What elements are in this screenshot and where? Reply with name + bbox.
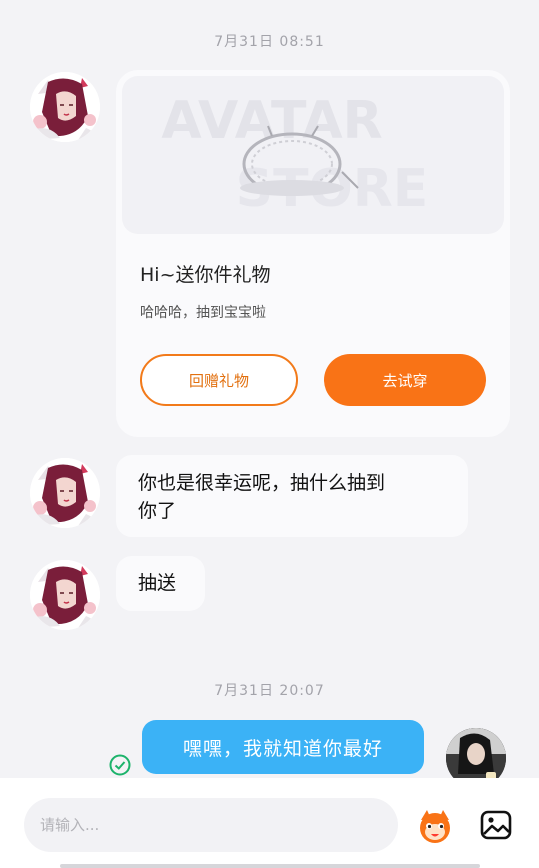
- contact-avatar[interactable]: [30, 458, 100, 528]
- input-bar: [0, 778, 539, 868]
- message-text: 你了: [138, 500, 177, 522]
- gift-title: Hi~送你件礼物: [140, 264, 271, 286]
- contact-avatar[interactable]: [30, 560, 100, 630]
- incoming-message-bubble[interactable]: 你也是很幸运呢，抽什么抽到 你了: [116, 455, 468, 537]
- message-text: 你也是很幸运呢，抽什么抽到: [138, 472, 386, 494]
- incoming-message-bubble[interactable]: 抽送: [116, 556, 205, 611]
- avatar-store-logo: AVATAR STORE: [161, 91, 428, 219]
- try-on-button[interactable]: 去试穿: [324, 354, 486, 406]
- message-input[interactable]: [24, 798, 398, 852]
- emoji-sticker-icon[interactable]: [415, 806, 455, 846]
- svg-text:AVATAR: AVATAR: [161, 91, 382, 151]
- return-gift-button[interactable]: 回赠礼物: [140, 354, 298, 406]
- contact-avatar[interactable]: [30, 72, 100, 142]
- check-circle-icon: [109, 754, 131, 776]
- avatar-illustration: [30, 72, 100, 142]
- gift-subtitle: 哈哈哈，抽到宝宝啦: [140, 305, 266, 321]
- timestamp: 7月31日 08:51: [214, 34, 325, 50]
- home-indicator: [60, 864, 480, 868]
- gift-banner-image[interactable]: AVATAR STORE: [122, 76, 504, 234]
- message-text: 嘿嘿，我就知道你最好: [182, 737, 383, 760]
- outgoing-message-bubble[interactable]: 嘿嘿，我就知道你最好: [142, 720, 424, 774]
- avatar-illustration: [30, 458, 100, 528]
- image-icon[interactable]: [479, 808, 513, 842]
- timestamp: 7月31日 20:07: [214, 683, 325, 699]
- gift-card[interactable]: AVATAR STORE Hi~送你件礼物 哈哈哈，抽到宝宝啦 回赠礼物 去试穿: [116, 70, 510, 437]
- avatar-illustration: [30, 560, 100, 630]
- message-text: 抽送: [138, 572, 177, 594]
